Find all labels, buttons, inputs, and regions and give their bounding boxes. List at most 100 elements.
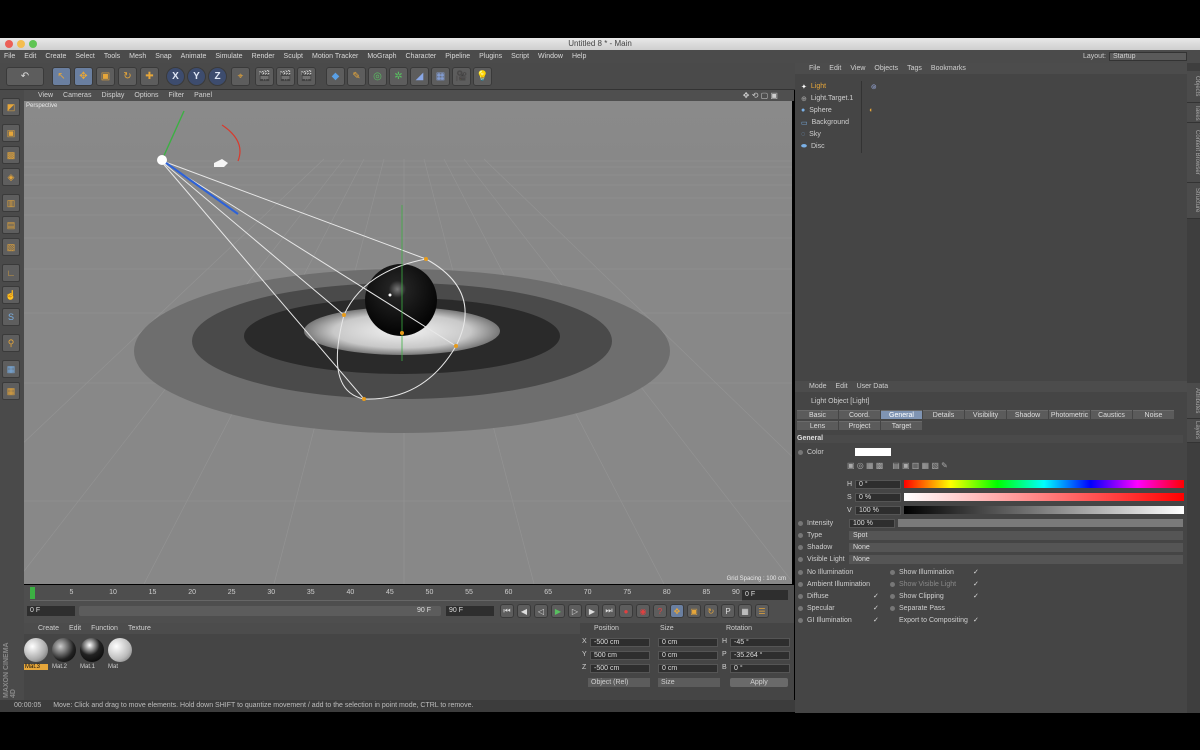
timeline-settings-icon[interactable]: ☰: [755, 604, 769, 618]
menu-motion-tracker[interactable]: Motion Tracker: [312, 53, 358, 60]
viewport-menu-display[interactable]: Display: [101, 92, 124, 99]
go-to-start-icon[interactable]: ⏮: [500, 604, 514, 618]
edges-mode-icon[interactable]: ▤: [2, 216, 20, 234]
coordinate-system-icon[interactable]: ⌖: [231, 67, 250, 86]
object-row-background[interactable]: ▭ Background: [801, 117, 1181, 128]
start-frame-field[interactable]: 0 F: [27, 606, 75, 616]
menu-pipeline[interactable]: Pipeline: [445, 53, 470, 60]
points-mode-icon[interactable]: ▥: [2, 194, 20, 212]
attr-menu-edit[interactable]: Edit: [836, 383, 848, 390]
z-axis-lock-button[interactable]: Z: [208, 67, 227, 86]
spline-pen-icon[interactable]: ✎: [347, 67, 366, 86]
minimize-window-button[interactable]: [17, 40, 25, 48]
material-menu-edit[interactable]: Edit: [69, 625, 81, 632]
camera-icon[interactable]: 🎥: [452, 67, 471, 86]
export-to-compositing-row[interactable]: Export to Compositing ✓: [890, 615, 1080, 625]
x-axis-lock-button[interactable]: X: [166, 67, 185, 86]
color-picker-mode-icons[interactable]: ▣ ◎ ▦ ▩ ▤ ▣ ▥ ▦ ▧ ✎: [847, 461, 948, 470]
object-row-light-target[interactable]: ⊕ Light.Target.1: [801, 93, 1181, 104]
menu-select[interactable]: Select: [75, 53, 94, 60]
tweak-mode-icon[interactable]: ☝: [2, 286, 20, 304]
material-menu-create[interactable]: Create: [38, 625, 59, 632]
rotate-tool-icon[interactable]: ↻: [118, 67, 137, 86]
value-slider[interactable]: [904, 506, 1184, 514]
key-param-icon[interactable]: P: [721, 604, 735, 618]
position-y-field[interactable]: 500 cm: [590, 651, 650, 660]
workplane-lock-icon[interactable]: ⚲: [2, 334, 20, 352]
menu-mograph[interactable]: MoGraph: [367, 53, 396, 60]
end-frame-field[interactable]: 90 F: [446, 606, 494, 616]
intensity-slider[interactable]: [898, 519, 1183, 527]
side-tab-attributes[interactable]: Attributes: [1187, 383, 1200, 419]
intensity-field[interactable]: 100 %: [849, 518, 895, 528]
rotation-b-field[interactable]: 0 °: [730, 664, 790, 673]
menu-file[interactable]: File: [4, 53, 15, 60]
render-picture-viewer-icon[interactable]: 🎬: [276, 67, 295, 86]
menu-window[interactable]: Window: [538, 53, 563, 60]
side-tab-structure[interactable]: Structure: [1187, 183, 1200, 219]
cube-primitive-icon[interactable]: ◆: [326, 67, 345, 86]
render-view-icon[interactable]: 🎬: [255, 67, 274, 86]
viewport-nav-icons[interactable]: ✥ ⟲ ▢ ▣: [743, 91, 778, 100]
menu-snap[interactable]: Snap: [155, 53, 171, 60]
attr-menu-mode[interactable]: Mode: [809, 383, 827, 390]
make-editable-icon[interactable]: ◩: [2, 98, 20, 116]
coordinate-mode-select[interactable]: Object (Rel): [588, 678, 650, 687]
show-visible-light-row[interactable]: Show Visible Light ✓: [890, 579, 1080, 589]
tab-photometric[interactable]: Photometric: [1049, 410, 1090, 419]
axis-mode-icon[interactable]: ∟: [2, 264, 20, 282]
material-swatch[interactable]: Mat.2: [52, 638, 76, 670]
scale-tool-icon[interactable]: ▣: [96, 67, 115, 86]
material-swatch[interactable]: Mat: [108, 638, 132, 670]
tab-basic[interactable]: Basic: [797, 410, 838, 419]
visible-light-select[interactable]: None: [849, 554, 1183, 564]
keyframe-selection-icon[interactable]: ?: [653, 604, 667, 618]
recent-tool-icon[interactable]: ✚: [140, 67, 159, 86]
tab-project[interactable]: Project: [839, 421, 880, 430]
size-y-field[interactable]: 0 cm: [658, 651, 718, 660]
menu-simulate[interactable]: Simulate: [215, 53, 242, 60]
tab-visibility[interactable]: Visibility: [965, 410, 1006, 419]
autokey-icon[interactable]: ◉: [636, 604, 650, 618]
menu-plugins[interactable]: Plugins: [479, 53, 502, 60]
saturation-field[interactable]: 0 %: [855, 492, 901, 502]
key-pla-icon[interactable]: ▦: [738, 604, 752, 618]
object-row-sphere[interactable]: ● Sphere ◐: [801, 105, 1181, 116]
hue-field[interactable]: 0 °: [855, 479, 901, 489]
menu-tools[interactable]: Tools: [104, 53, 120, 60]
position-x-field[interactable]: -500 cm: [590, 638, 650, 647]
object-row-disc[interactable]: ⬬ Disc: [801, 141, 1181, 152]
show-illumination-row[interactable]: Show Illumination ✓: [890, 567, 1080, 577]
size-x-field[interactable]: 0 cm: [658, 638, 718, 647]
texture-mode-icon[interactable]: ▩: [2, 146, 20, 164]
frame-range-slider[interactable]: [79, 606, 441, 616]
key-scale-icon[interactable]: ▣: [687, 604, 701, 618]
menu-render[interactable]: Render: [252, 53, 275, 60]
3d-viewport[interactable]: Perspective Grid Spacing : 100 cm: [24, 101, 792, 584]
current-frame-field[interactable]: 0 F: [742, 590, 788, 600]
tab-noise[interactable]: Noise: [1133, 410, 1174, 419]
size-z-field[interactable]: 0 cm: [658, 664, 718, 673]
obj-menu-view[interactable]: View: [850, 65, 865, 72]
type-select[interactable]: Spot: [849, 530, 1183, 540]
object-row-light[interactable]: ✦ Light ⊚: [801, 81, 1181, 92]
menu-create[interactable]: Create: [45, 53, 66, 60]
menu-sculpt[interactable]: Sculpt: [284, 53, 303, 60]
material-menu-function[interactable]: Function: [91, 625, 118, 632]
key-position-icon[interactable]: ✥: [670, 604, 684, 618]
layout-select[interactable]: Startup: [1109, 52, 1187, 61]
hue-slider[interactable]: [904, 480, 1184, 488]
saturation-slider[interactable]: [904, 493, 1184, 501]
menu-character[interactable]: Character: [406, 53, 437, 60]
viewport-menu-filter[interactable]: Filter: [169, 92, 185, 99]
timeline-ruler[interactable]: 051015202530354045505560657075808590: [30, 587, 742, 601]
viewport-menu-view[interactable]: View: [38, 92, 53, 99]
menu-animate[interactable]: Animate: [181, 53, 207, 60]
tab-details[interactable]: Details: [923, 410, 964, 419]
material-menu-texture[interactable]: Texture: [128, 625, 151, 632]
deformer-icon[interactable]: ◢: [410, 67, 429, 86]
record-icon[interactable]: ●: [619, 604, 633, 618]
obj-menu-bookmarks[interactable]: Bookmarks: [931, 65, 966, 72]
tab-general[interactable]: General: [881, 410, 922, 419]
separate-pass-row[interactable]: Separate Pass: [890, 603, 1080, 613]
